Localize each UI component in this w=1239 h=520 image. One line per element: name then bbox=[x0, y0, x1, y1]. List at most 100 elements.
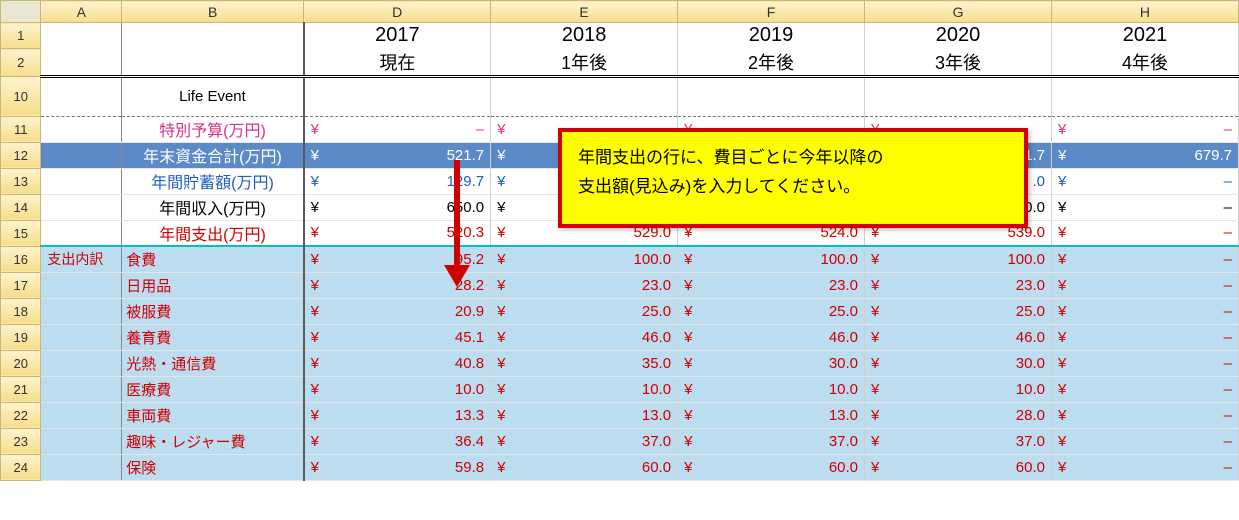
cell-breakdown-6-F[interactable]: ¥13.0 bbox=[678, 402, 865, 428]
cell-special-budget-H[interactable]: ¥– bbox=[1051, 116, 1238, 142]
cell-breakdown-4-E[interactable]: ¥35.0 bbox=[491, 350, 678, 376]
cell-breakdown-3-H[interactable]: ¥– bbox=[1051, 324, 1238, 350]
period-H[interactable]: 4年後 bbox=[1051, 49, 1238, 77]
breakdown-label-2[interactable]: 被服費 bbox=[122, 298, 304, 324]
breakdown-header-cell-0[interactable]: 支出内訳 bbox=[41, 246, 122, 272]
cell-breakdown-2-H[interactable]: ¥– bbox=[1051, 298, 1238, 324]
cell-breakdown-5-D[interactable]: ¥10.0 bbox=[304, 376, 491, 402]
label-special-budget[interactable]: 特別予算(万円) bbox=[122, 116, 304, 142]
cell-breakdown-2-G[interactable]: ¥25.0 bbox=[865, 298, 1052, 324]
cell-breakdown-2-D[interactable]: ¥20.9 bbox=[304, 298, 491, 324]
column-header-row[interactable]: A B D E F G H bbox=[1, 1, 1239, 23]
cell-breakdown-5-F[interactable]: ¥10.0 bbox=[678, 376, 865, 402]
breakdown-label-5[interactable]: 医療費 bbox=[122, 376, 304, 402]
cell-breakdown-3-E[interactable]: ¥46.0 bbox=[491, 324, 678, 350]
cell-breakdown-7-G[interactable]: ¥37.0 bbox=[865, 428, 1052, 454]
col-header-H[interactable]: H bbox=[1051, 1, 1238, 23]
col-header-A[interactable]: A bbox=[41, 1, 122, 23]
cell-breakdown-6-D[interactable]: ¥13.3 bbox=[304, 402, 491, 428]
life-event-G[interactable] bbox=[865, 76, 1052, 116]
period-F[interactable]: 2年後 bbox=[678, 49, 865, 77]
row-header-11[interactable]: 11 bbox=[1, 116, 41, 142]
breakdown-header-cell-1[interactable] bbox=[41, 272, 122, 298]
year-H[interactable]: 2021 bbox=[1051, 23, 1238, 49]
breakdown-label-1[interactable]: 日用品 bbox=[122, 272, 304, 298]
row-header-15[interactable]: 15 bbox=[1, 220, 41, 246]
cell-A-annual-expense[interactable] bbox=[41, 220, 122, 246]
row-header-16[interactable]: 16 bbox=[1, 246, 41, 272]
cell-breakdown-4-H[interactable]: ¥– bbox=[1051, 350, 1238, 376]
cell-breakdown-7-D[interactable]: ¥36.4 bbox=[304, 428, 491, 454]
row-header-10[interactable]: 10 bbox=[1, 76, 41, 116]
breakdown-label-4[interactable]: 光熱・通信費 bbox=[122, 350, 304, 376]
cell-special-budget-D[interactable]: ¥– bbox=[304, 116, 491, 142]
cell-breakdown-1-F[interactable]: ¥23.0 bbox=[678, 272, 865, 298]
row-header-13[interactable]: 13 bbox=[1, 168, 41, 194]
cell-breakdown-8-D[interactable]: ¥59.8 bbox=[304, 454, 491, 480]
row-header-20[interactable]: 20 bbox=[1, 350, 41, 376]
cell-breakdown-0-G[interactable]: ¥100.0 bbox=[865, 246, 1052, 272]
year-D[interactable]: 2017 bbox=[304, 23, 491, 49]
breakdown-header-cell-5[interactable] bbox=[41, 376, 122, 402]
row-header-17[interactable]: 17 bbox=[1, 272, 41, 298]
cell-breakdown-0-E[interactable]: ¥100.0 bbox=[491, 246, 678, 272]
breakdown-header-cell-8[interactable] bbox=[41, 454, 122, 480]
year-G[interactable]: 2020 bbox=[865, 23, 1052, 49]
cell-breakdown-7-F[interactable]: ¥37.0 bbox=[678, 428, 865, 454]
cell-breakdown-3-F[interactable]: ¥46.0 bbox=[678, 324, 865, 350]
select-all-corner[interactable] bbox=[1, 1, 41, 23]
breakdown-label-0[interactable]: 食費 bbox=[122, 246, 304, 272]
cell-A10[interactable] bbox=[41, 76, 122, 116]
cell-breakdown-8-H[interactable]: ¥– bbox=[1051, 454, 1238, 480]
cell-annual-savings-H[interactable]: ¥– bbox=[1051, 168, 1238, 194]
cell-breakdown-2-E[interactable]: ¥25.0 bbox=[491, 298, 678, 324]
period-D[interactable]: 現在 bbox=[304, 49, 491, 77]
cell-breakdown-6-E[interactable]: ¥13.0 bbox=[491, 402, 678, 428]
cell-breakdown-4-D[interactable]: ¥40.8 bbox=[304, 350, 491, 376]
cell-breakdown-5-E[interactable]: ¥10.0 bbox=[491, 376, 678, 402]
row-header-1[interactable]: 1 bbox=[1, 23, 41, 49]
label-annual-expense[interactable]: 年間支出(万円) bbox=[122, 220, 304, 246]
cell-breakdown-5-H[interactable]: ¥– bbox=[1051, 376, 1238, 402]
cell-breakdown-7-E[interactable]: ¥37.0 bbox=[491, 428, 678, 454]
cell-breakdown-8-F[interactable]: ¥60.0 bbox=[678, 454, 865, 480]
breakdown-header-cell-6[interactable] bbox=[41, 402, 122, 428]
row-header-24[interactable]: 24 bbox=[1, 454, 41, 480]
life-event-label[interactable]: Life Event bbox=[122, 76, 304, 116]
period-G[interactable]: 3年後 bbox=[865, 49, 1052, 77]
spreadsheet[interactable]: A B D E F G H 1201720182019202020212現在1年… bbox=[0, 0, 1239, 481]
cell-breakdown-0-F[interactable]: ¥100.0 bbox=[678, 246, 865, 272]
breakdown-header-cell-3[interactable] bbox=[41, 324, 122, 350]
row-header-18[interactable]: 18 bbox=[1, 298, 41, 324]
cell-A-special-budget[interactable] bbox=[41, 116, 122, 142]
cell-annual-expense-H[interactable]: ¥– bbox=[1051, 220, 1238, 246]
breakdown-label-6[interactable]: 車両費 bbox=[122, 402, 304, 428]
cell-breakdown-2-F[interactable]: ¥25.0 bbox=[678, 298, 865, 324]
period-E[interactable]: 1年後 bbox=[491, 49, 678, 77]
cell-breakdown-0-H[interactable]: ¥– bbox=[1051, 246, 1238, 272]
col-header-G[interactable]: G bbox=[865, 1, 1052, 23]
cell-breakdown-7-H[interactable]: ¥– bbox=[1051, 428, 1238, 454]
label-annual-savings[interactable]: 年間貯蓄額(万円) bbox=[122, 168, 304, 194]
cell-breakdown-8-E[interactable]: ¥60.0 bbox=[491, 454, 678, 480]
breakdown-header-cell-2[interactable] bbox=[41, 298, 122, 324]
cell-breakdown-3-G[interactable]: ¥46.0 bbox=[865, 324, 1052, 350]
cell-breakdown-1-H[interactable]: ¥– bbox=[1051, 272, 1238, 298]
cell-fund-H[interactable]: ¥679.7 bbox=[1051, 142, 1238, 168]
cell-B2[interactable] bbox=[122, 49, 304, 77]
cell-breakdown-3-D[interactable]: ¥45.1 bbox=[304, 324, 491, 350]
row-header-14[interactable]: 14 bbox=[1, 194, 41, 220]
cell-breakdown-1-E[interactable]: ¥23.0 bbox=[491, 272, 678, 298]
cell-breakdown-6-G[interactable]: ¥28.0 bbox=[865, 402, 1052, 428]
life-event-E[interactable] bbox=[491, 76, 678, 116]
cell-breakdown-6-H[interactable]: ¥– bbox=[1051, 402, 1238, 428]
cell-breakdown-5-G[interactable]: ¥10.0 bbox=[865, 376, 1052, 402]
col-header-D[interactable]: D bbox=[304, 1, 491, 23]
cell-annual-income-H[interactable]: ¥– bbox=[1051, 194, 1238, 220]
breakdown-label-3[interactable]: 養育費 bbox=[122, 324, 304, 350]
row-header-22[interactable]: 22 bbox=[1, 402, 41, 428]
year-E[interactable]: 2018 bbox=[491, 23, 678, 49]
row-header-2[interactable]: 2 bbox=[1, 49, 41, 77]
breakdown-label-8[interactable]: 保険 bbox=[122, 454, 304, 480]
cell-A-annual-savings[interactable] bbox=[41, 168, 122, 194]
